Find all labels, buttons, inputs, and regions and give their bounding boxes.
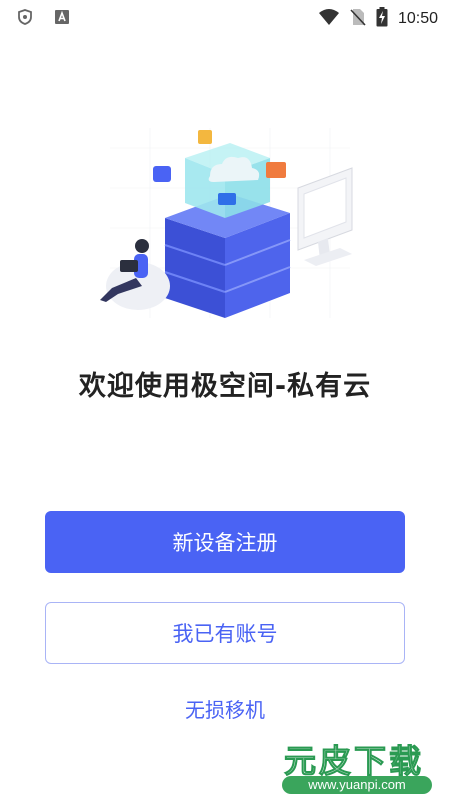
watermark-url: www.yuanpi.com [282,776,432,794]
image-icon [266,162,286,178]
register-new-device-button[interactable]: 新设备注册 [45,511,405,573]
film-icon [153,166,171,182]
file-icon [218,193,236,205]
watermark: 元皮下载 www.yuanpi.com [260,728,450,800]
music-icon [198,130,212,144]
no-sim-icon [350,8,366,30]
welcome-title: 欢迎使用极空间-私有云 [78,371,372,402]
status-bar: 10:50 [0,0,450,34]
existing-account-button[interactable]: 我已有账号 [45,602,405,664]
wifi-icon [318,8,340,30]
a-icon [54,9,70,25]
monitor-graphic [297,167,353,266]
shield-icon [18,9,34,25]
status-time: 10:50 [397,10,438,27]
lossless-migration-link[interactable]: 无损移机 [0,694,450,723]
person-graphic [100,239,170,310]
battery-charging-icon [376,7,388,31]
hero-illustration [90,118,370,338]
